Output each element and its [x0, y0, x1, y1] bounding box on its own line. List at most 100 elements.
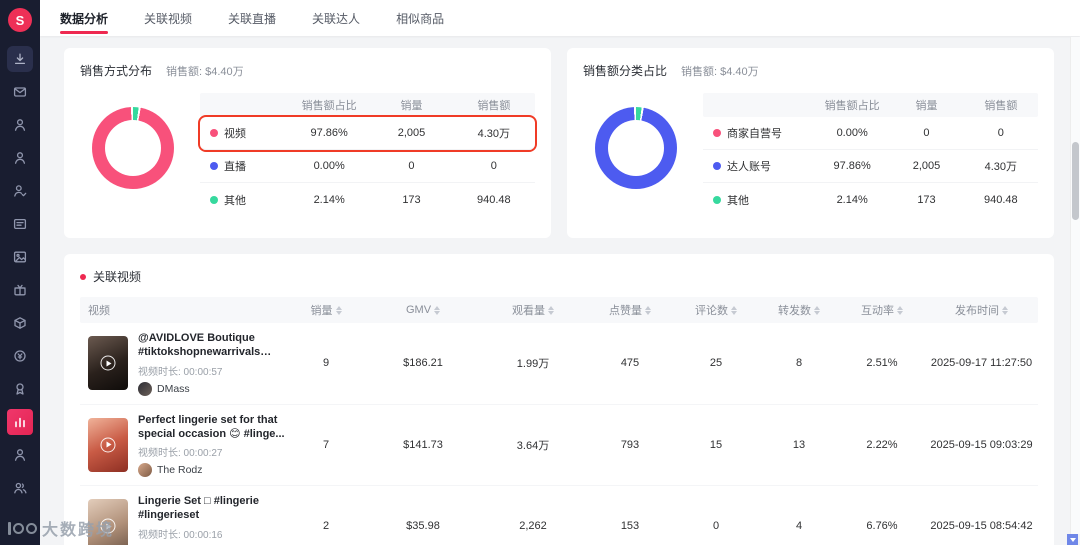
sort-icon	[897, 305, 903, 315]
download-icon[interactable]	[7, 46, 33, 72]
video-title[interactable]: Lingerie Set □ #lingerie #lingerieset	[138, 494, 285, 523]
likes-value: 793	[620, 438, 640, 451]
legend-label: 达人账号	[727, 161, 771, 173]
col-sales[interactable]: 销量	[285, 302, 367, 318]
vertical-scrollbar[interactable]	[1070, 37, 1080, 534]
video-thumbnail[interactable]	[88, 336, 128, 391]
scroll-down-button[interactable]	[1067, 534, 1078, 545]
mail-icon[interactable]	[7, 79, 33, 105]
content-area: 销售方式分布 销售额: $4.40万 销售额占比 销量 销售额 视频 97.86…	[40, 36, 1080, 545]
views-value: 1.99万	[516, 358, 550, 371]
coin-icon[interactable]	[7, 343, 33, 369]
sidebar-icon-list	[7, 46, 33, 501]
user-icon[interactable]	[7, 145, 33, 171]
tab-related-videos[interactable]: 关联视频	[144, 0, 192, 37]
legend-dot	[210, 129, 218, 137]
medal-icon[interactable]	[7, 376, 33, 402]
sales-value: 2	[322, 520, 330, 533]
image-icon[interactable]	[7, 244, 33, 270]
app-root: S 数据分析 关联视频 关联直播 关联达人 相似商品 销售方式分布 销售额: $…	[0, 0, 1080, 545]
section-title: 关联视频	[93, 270, 142, 284]
user-check-icon[interactable]	[7, 178, 33, 204]
card-title: 销售方式分布	[80, 64, 153, 78]
gmv-value: $35.98	[406, 520, 440, 533]
legend-dot	[713, 129, 721, 137]
main-area: 数据分析 关联视频 关联直播 关联达人 相似商品 销售方式分布 销售额: $4.…	[40, 0, 1080, 545]
user-icon[interactable]	[7, 112, 33, 138]
sort-icon	[548, 305, 554, 315]
sales-category-card: 销售额分类占比 销售额: $4.40万 销售额占比 销量 销售额 商家自营号 0…	[567, 48, 1054, 238]
card-subtitle: 销售额: $4.40万	[681, 66, 759, 78]
sidebar: S	[0, 0, 40, 545]
sales-method-table: 销售额占比 销量 销售额 视频 97.86% 2,005 4.30万 直播 0.…	[200, 93, 535, 216]
table-row-other: 其他 2.14% 173 940.48	[200, 183, 535, 216]
legend-label: 直播	[224, 161, 246, 173]
author-name[interactable]: DMass	[157, 383, 190, 395]
col-likes[interactable]: 点赞量	[587, 302, 673, 318]
publish-time-value: 2025-09-15 08:54:42	[930, 520, 1033, 533]
app-logo[interactable]: S	[8, 8, 32, 32]
views-value: 3.64万	[516, 439, 550, 452]
table-row-video[interactable]: 视频 97.86% 2,005 4.30万	[200, 117, 535, 150]
comments-value: 0	[712, 520, 720, 533]
table-row: @AVIDLOVE Boutique #tiktokshopnewarrival…	[80, 323, 1038, 405]
box-icon[interactable]	[7, 310, 33, 336]
col-comments[interactable]: 评论数	[673, 302, 759, 318]
col-views[interactable]: 观看量	[479, 302, 587, 318]
sales-method-card: 销售方式分布 销售额: $4.40万 销售额占比 销量 销售额 视频 97.86…	[64, 48, 551, 238]
video-title[interactable]: Perfect lingerie set for that special oc…	[138, 413, 285, 442]
legend-label: 其他	[727, 194, 749, 207]
engagement-value: 2.51%	[866, 357, 898, 370]
gift-icon[interactable]	[7, 277, 33, 303]
id-card-icon[interactable]	[7, 211, 33, 237]
sales-value: 7	[322, 438, 330, 451]
section-bullet-icon	[80, 273, 86, 280]
users-icon[interactable]	[7, 475, 33, 501]
tab-data-analysis[interactable]: 数据分析	[60, 0, 109, 37]
sales-method-donut-chart	[92, 107, 174, 189]
publish-time-value: 2025-09-15 09:03:29	[930, 438, 1033, 451]
avatar[interactable]	[138, 463, 152, 478]
sort-icon	[731, 305, 737, 315]
legend-dot	[210, 195, 218, 204]
col-video: 视频	[88, 305, 110, 317]
col-publish-time[interactable]: 发布时间	[925, 302, 1038, 318]
tab-related-influencers[interactable]: 关联达人	[312, 0, 360, 37]
engagement-value: 2.22%	[866, 438, 898, 451]
video-thumbnail[interactable]	[88, 417, 128, 472]
sales-value: 9	[322, 357, 330, 370]
play-icon	[100, 437, 116, 453]
video-duration: 视频时长: 00:00:27	[138, 448, 223, 460]
video-duration: 视频时长: 00:00:57	[138, 366, 223, 378]
legend-dot	[210, 162, 218, 170]
table-row-live: 直播 0.00% 0 0	[200, 150, 535, 183]
tab-similar-products[interactable]: 相似商品	[396, 0, 444, 37]
play-icon	[100, 518, 116, 534]
gmv-value: $141.73	[403, 438, 443, 451]
author-name[interactable]: The Rodz	[157, 464, 203, 476]
shares-value: 13	[792, 438, 806, 451]
video-thumbnail[interactable]	[88, 499, 128, 545]
video-duration: 视频时长: 00:00:16	[138, 529, 223, 541]
chart-icon[interactable]	[7, 409, 33, 435]
table-row: Perfect lingerie set for that special oc…	[80, 405, 1038, 487]
video-title[interactable]: @AVIDLOVE Boutique #tiktokshopnewarrival…	[138, 331, 285, 360]
top-nav: 数据分析 关联视频 关联直播 关联达人 相似商品	[40, 0, 1080, 36]
publish-time-value: 2025-09-17 11:27:50	[930, 357, 1033, 370]
legend-label: 其他	[224, 194, 246, 207]
play-icon	[100, 355, 116, 371]
legend-dot	[713, 162, 721, 170]
user-icon[interactable]	[7, 442, 33, 468]
comments-value: 25	[709, 357, 723, 370]
avatar[interactable]	[138, 381, 152, 396]
tab-related-lives[interactable]: 关联直播	[228, 0, 276, 37]
likes-value: 153	[620, 520, 640, 533]
col-gmv[interactable]: GMV	[367, 304, 479, 316]
col-shares[interactable]: 转发数	[759, 302, 839, 318]
sort-icon	[335, 305, 342, 315]
col-engagement[interactable]: 互动率	[839, 302, 925, 318]
legend-label: 商家自营号	[727, 128, 782, 140]
related-videos-card: 关联视频 视频 销量 GMV 观看量 点赞量 评论数 转发数 互动率 发布时间	[64, 254, 1054, 545]
card-subtitle: 销售额: $4.40万	[166, 66, 244, 78]
scrollbar-thumb[interactable]	[1072, 142, 1079, 220]
